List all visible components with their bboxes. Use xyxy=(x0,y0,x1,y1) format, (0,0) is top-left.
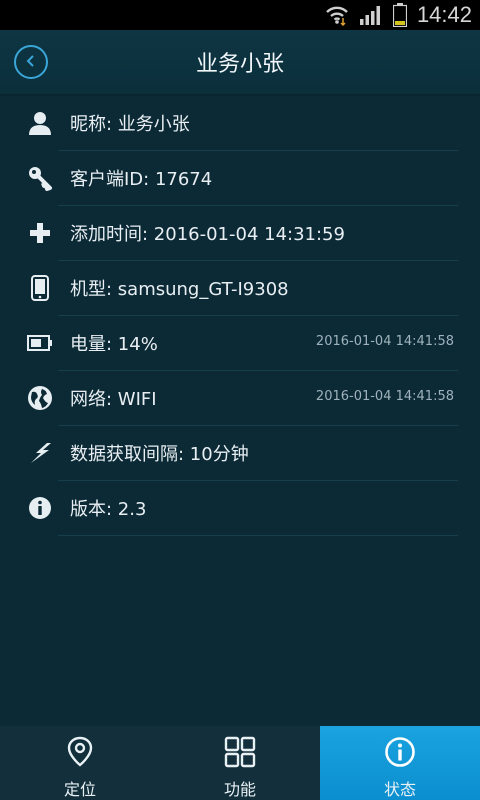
bottom-tab-bar: 定位 功能 状态 xyxy=(0,726,480,800)
battery-icon xyxy=(26,329,54,357)
phone-icon xyxy=(26,274,54,302)
info-icon xyxy=(384,736,416,772)
header-bar: 业务小张 xyxy=(0,30,480,96)
tab-functions[interactable]: 功能 xyxy=(160,726,320,800)
globe-icon xyxy=(26,384,54,412)
page-title: 业务小张 xyxy=(195,52,284,77)
tab-label: 状态 xyxy=(383,780,416,799)
lightning-icon xyxy=(26,439,54,467)
info-row-network: 网络: WIFI 2016-01-04 14:41:58 xyxy=(0,371,480,426)
location-pin-icon xyxy=(66,736,94,772)
battery-icon xyxy=(392,3,407,27)
update-timestamp: 2016-01-04 14:41:58 xyxy=(315,334,454,349)
info-label: 网络: WIFI xyxy=(70,389,157,410)
signal-icon xyxy=(359,5,383,25)
tab-status[interactable]: 状态 xyxy=(320,726,480,800)
info-label: 添加时间: 2016-01-04 14:31:59 xyxy=(70,224,345,245)
info-label: 昵称: 业务小张 xyxy=(70,114,190,135)
status-bar: 14:42 xyxy=(0,0,480,30)
plus-icon xyxy=(26,219,54,247)
info-label: 电量: 14% xyxy=(70,334,158,355)
info-label: 客户端ID: 17674 xyxy=(70,169,213,190)
info-row-added-time: 添加时间: 2016-01-04 14:31:59 xyxy=(0,206,480,261)
user-icon xyxy=(26,109,54,137)
info-label: 版本: 2.3 xyxy=(70,499,147,520)
tab-label: 功能 xyxy=(223,780,256,799)
update-timestamp: 2016-01-04 14:41:58 xyxy=(315,389,454,404)
tab-label: 定位 xyxy=(63,780,96,799)
row-divider xyxy=(58,535,458,536)
info-row-model: 机型: samsung_GT-I9308 xyxy=(0,261,480,316)
info-label: 机型: samsung_GT-I9308 xyxy=(70,279,289,300)
key-icon xyxy=(26,164,54,192)
info-list: 昵称: 业务小张 客户端ID: 17674 添加时间: 2016-01-04 1… xyxy=(0,96,480,536)
info-row-nickname: 昵称: 业务小张 xyxy=(0,96,480,151)
tab-location[interactable]: 定位 xyxy=(0,726,160,800)
info-row-version: 版本: 2.3 xyxy=(0,481,480,536)
wifi-icon xyxy=(325,4,349,26)
grid-icon xyxy=(224,736,256,772)
info-label: 数据获取间隔: 10分钟 xyxy=(70,444,249,465)
info-row-interval: 数据获取间隔: 10分钟 xyxy=(0,426,480,481)
info-row-battery: 电量: 14% 2016-01-04 14:41:58 xyxy=(0,316,480,371)
info-icon xyxy=(26,494,54,522)
status-time: 14:42 xyxy=(416,2,472,27)
info-row-client-id: 客户端ID: 17674 xyxy=(0,151,480,206)
